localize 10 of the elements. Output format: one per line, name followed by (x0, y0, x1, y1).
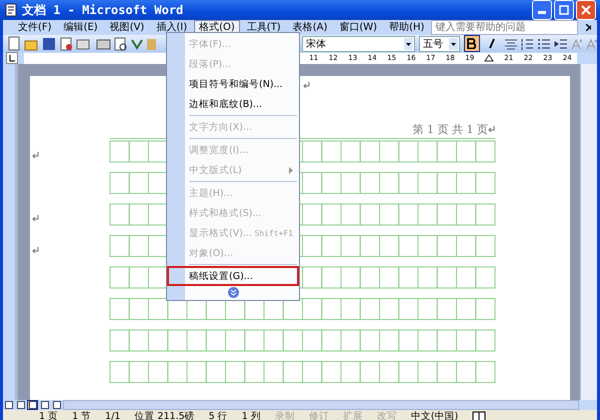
window-title: 文档 1 - Microsoft Word (22, 2, 184, 18)
status-text: 扩展 (342, 410, 363, 420)
status-text: 1/1 (105, 411, 120, 420)
status-text: 中文(中国) (410, 410, 458, 420)
status-text: 5 行 (208, 410, 228, 420)
status-text: 位置 211.5磅 (134, 410, 195, 420)
status-text: 录制 (274, 410, 295, 420)
page-header: 第 1 页 共 1 页 (412, 122, 488, 137)
status-text: 1 列 (242, 410, 261, 420)
status-text: 1 节 (72, 410, 92, 420)
